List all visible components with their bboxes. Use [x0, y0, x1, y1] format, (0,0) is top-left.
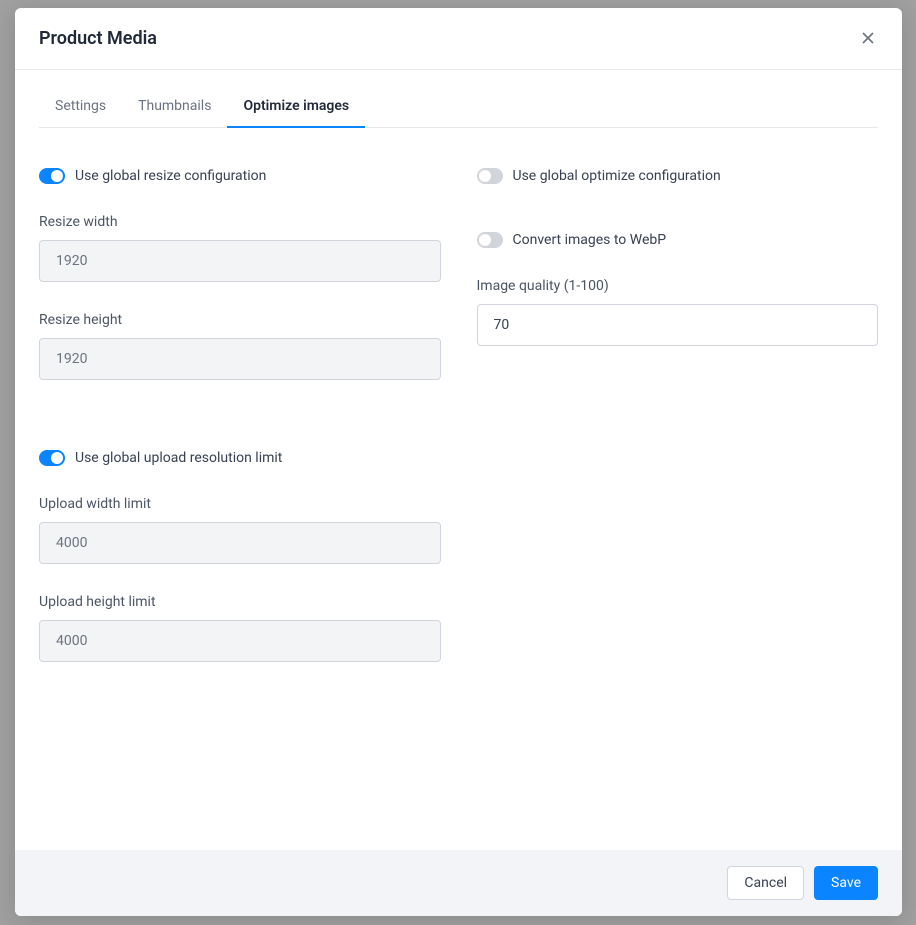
toggle-knob: [51, 452, 63, 464]
global-resize-toggle[interactable]: [39, 168, 65, 184]
cancel-button[interactable]: Cancel: [727, 866, 804, 900]
toggle-knob: [479, 234, 491, 246]
upload-width-input[interactable]: [39, 522, 441, 564]
upload-height-field: Upload height limit: [39, 594, 441, 662]
resize-height-input[interactable]: [39, 338, 441, 380]
upload-width-field: Upload width limit: [39, 496, 441, 564]
global-upload-toggle-row: Use global upload resolution limit: [39, 450, 441, 466]
resize-height-label: Resize height: [39, 312, 441, 328]
upload-height-label: Upload height limit: [39, 594, 441, 610]
global-resize-toggle-row: Use global resize configuration: [39, 168, 441, 184]
resize-height-field: Resize height: [39, 312, 441, 380]
convert-webp-toggle[interactable]: [477, 232, 503, 248]
convert-webp-toggle-row: Convert images to WebP: [477, 232, 879, 248]
global-upload-toggle-label: Use global upload resolution limit: [75, 450, 282, 466]
modal-title: Product Media: [39, 28, 157, 49]
global-optimize-toggle-label: Use global optimize configuration: [513, 168, 721, 184]
close-icon: [861, 30, 875, 48]
image-quality-field: Image quality (1-100): [477, 278, 879, 346]
global-optimize-toggle[interactable]: [477, 168, 503, 184]
tabs: Settings Thumbnails Optimize images: [39, 86, 878, 128]
toggle-knob: [479, 170, 491, 182]
resize-width-field: Resize width: [39, 214, 441, 282]
tab-content: Use global resize configuration Resize w…: [39, 128, 878, 692]
tab-settings[interactable]: Settings: [39, 86, 122, 128]
global-resize-toggle-label: Use global resize configuration: [75, 168, 266, 184]
convert-webp-toggle-label: Convert images to WebP: [513, 232, 667, 248]
resize-width-label: Resize width: [39, 214, 441, 230]
save-button[interactable]: Save: [814, 866, 878, 900]
modal-header: Product Media: [15, 8, 902, 70]
global-optimize-toggle-row: Use global optimize configuration: [477, 168, 879, 184]
spacer: [477, 214, 879, 232]
section-gap: [39, 410, 441, 450]
product-media-modal: Product Media Settings Thumbnails Optimi…: [15, 8, 902, 916]
upload-width-label: Upload width limit: [39, 496, 441, 512]
toggle-knob: [51, 170, 63, 182]
image-quality-label: Image quality (1-100): [477, 278, 879, 294]
global-upload-toggle[interactable]: [39, 450, 65, 466]
image-quality-input[interactable]: [477, 304, 879, 346]
tab-optimize-images[interactable]: Optimize images: [227, 86, 365, 128]
right-column: Use global optimize configuration Conver…: [477, 168, 879, 692]
tab-thumbnails[interactable]: Thumbnails: [122, 86, 227, 128]
close-button[interactable]: [858, 29, 878, 49]
upload-height-input[interactable]: [39, 620, 441, 662]
modal-footer: Cancel Save: [15, 850, 902, 916]
modal-body: Settings Thumbnails Optimize images Use …: [15, 70, 902, 850]
resize-width-input[interactable]: [39, 240, 441, 282]
left-column: Use global resize configuration Resize w…: [39, 168, 441, 692]
